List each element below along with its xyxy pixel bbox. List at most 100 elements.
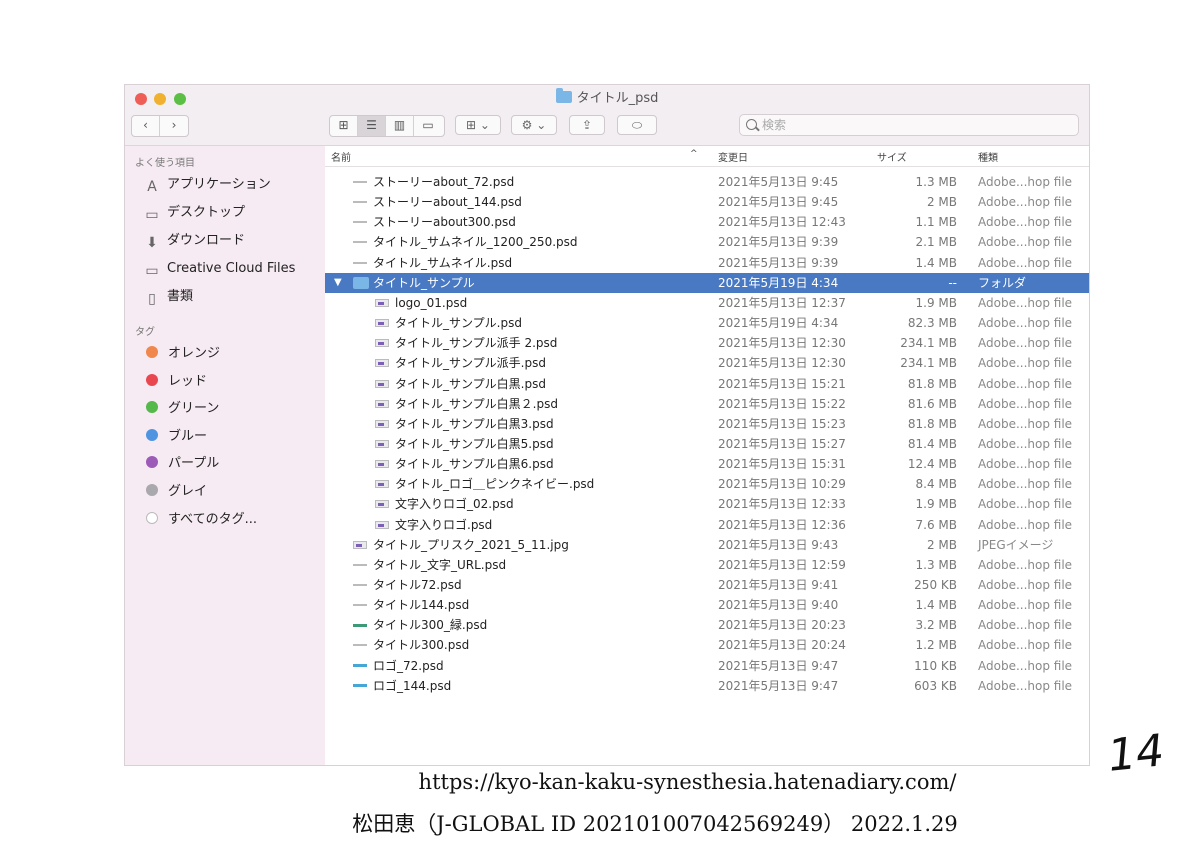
file-row[interactable]: タイトル_プリスク_2021_5_11.jpg 2021年5月13日 9:43 2 … [325, 535, 1089, 555]
sidebar-tag-red[interactable]: レッド [143, 371, 207, 393]
file-thumbnail-icon [375, 520, 389, 529]
file-name: logo_01.psd [395, 295, 468, 310]
finder-window: タイトル_psd ‹ › ⊞ ☰ ▥ ▭ ⊞ ⌄ ⚙ ⌄ ⇪ ⬭ 検索 よく使う… [124, 84, 1090, 766]
file-row[interactable]: タイトル_サンプル白黒２.psd 2021年5月13日 15:22 81.6 MB A… [325, 394, 1089, 414]
file-row[interactable]: タイトル_サムネイル.psd 2021年5月13日 9:39 1.4 MB Adobe… [325, 253, 1089, 273]
file-kind: Adobe...hop file [978, 376, 1073, 391]
file-kind: Adobe...hop file [978, 235, 1073, 250]
navigation-buttons: ‹ › [131, 115, 189, 137]
sidebar-item-downloads[interactable]: ⬇ ダウンロード [143, 230, 245, 252]
file-row[interactable]: ロゴ_72.psd 2021年5月13日 9:47 110 KB Adobe...ho… [325, 656, 1089, 676]
file-row[interactable]: タイトル300_緑.psd 2021年5月13日 20:23 3.2 MB Adobe… [325, 615, 1089, 635]
sidebar-all-tags[interactable]: すべてのタグ... [143, 509, 257, 531]
column-header-date[interactable]: 変更日 [718, 149, 748, 164]
file-date: 2021年5月13日 9:45 [718, 175, 839, 189]
file-kind: Adobe...hop file [978, 477, 1073, 492]
file-row[interactable]: 文字入りロゴ.psd 2021年5月13日 12:36 7.6 MB Adobe...… [325, 515, 1089, 535]
file-row[interactable]: ストーリーabout_72.psd 2021年5月13日 9:45 1.3 MB Ad… [325, 172, 1089, 192]
file-date: 2021年5月13日 20:23 [718, 618, 846, 633]
file-row[interactable]: 文字入りロゴ_02.psd 2021年5月13日 12:33 1.9 MB Adobe… [325, 494, 1089, 514]
file-size: 1.4 MB [915, 255, 957, 270]
column-view-button[interactable]: ▥ [386, 116, 414, 136]
file-row[interactable]: タイトル_サムネイル_1200_250.psd 2021年5月13日 9:39 2.… [325, 232, 1089, 252]
file-name: タイトル_サンプル派手.psd [395, 356, 546, 371]
sidebar-tag-purple[interactable]: パープル [143, 453, 219, 475]
file-row[interactable]: タイトル_サンプル白黒5.psd 2021年5月13日 15:27 81.4 MB A… [325, 434, 1089, 454]
file-row[interactable]: ストーリーabout_144.psd 2021年5月13日 9:45 2 MB Ado… [325, 192, 1089, 212]
file-size: 81.8 MB [907, 376, 957, 391]
list-view-button[interactable]: ☰ [358, 116, 386, 136]
share-button[interactable]: ⇪ [569, 115, 605, 135]
file-kind: Adobe...hop file [978, 175, 1073, 189]
column-header-name[interactable]: 名前 [331, 149, 351, 164]
file-row[interactable]: タイトル_サンプル白黒.psd 2021年5月13日 15:21 81.8 MB Ad… [325, 374, 1089, 394]
file-row[interactable]: タイトル_サンプル白黒6.psd 2021年5月13日 15:31 12.4 MB A… [325, 454, 1089, 474]
file-row[interactable]: ロゴ_144.psd 2021年5月13日 9:47 603 KB Adobe...h… [325, 676, 1089, 696]
favorites-heading: よく使う項目 [135, 158, 195, 169]
file-size: 12.4 MB [907, 457, 957, 472]
forward-button[interactable]: › [160, 116, 188, 136]
disclosure-triangle-icon[interactable]: ▼ [334, 273, 342, 293]
sidebar-item-creative-cloud[interactable]: ▭ Creative Cloud Files [143, 258, 295, 280]
icon-view-button[interactable]: ⊞ [330, 116, 358, 136]
tag-label: すべてのタグ... [168, 512, 257, 527]
file-kind: Adobe...hop file [978, 416, 1073, 431]
file-thumbnail-icon [353, 540, 367, 549]
file-thumbnail-icon [375, 319, 389, 328]
view-mode-control: ⊞ ☰ ▥ ▭ [329, 115, 445, 137]
file-row[interactable]: logo_01.psd 2021年5月13日 12:37 1.9 MB Adobe..… [325, 293, 1089, 313]
file-row[interactable]: タイトル144.psd 2021年5月13日 9:40 1.4 MB Adobe...… [325, 595, 1089, 615]
file-size: 1.1 MB [915, 215, 957, 230]
sidebar-tag-green[interactable]: グリーン [143, 398, 219, 420]
file-size: -- [948, 275, 957, 290]
file-row[interactable]: タイトル_ロゴ＿ピンクネイビー.psd 2021年5月13日 10:29 8.4 M… [325, 474, 1089, 494]
file-size: 1.3 MB [915, 557, 957, 572]
file-kind: JPEGイメージ [978, 537, 1054, 552]
gallery-view-button[interactable]: ▭ [414, 116, 442, 136]
sidebar-item-desktop[interactable]: ▭ デスクトップ [143, 202, 245, 224]
column-header-size[interactable]: サイズ [877, 149, 907, 164]
file-row[interactable]: タイトル_サンプル白黒3.psd 2021年5月13日 15:23 81.8 MB A… [325, 414, 1089, 434]
file-size: 1.3 MB [915, 175, 957, 189]
search-input[interactable]: 検索 [739, 114, 1079, 136]
file-date: 2021年5月13日 10:29 [718, 477, 846, 492]
file-row[interactable]: タイトル_文字_URL.psd 2021年5月13日 12:59 1.3 MB Ado… [325, 555, 1089, 575]
file-thumbnail-icon [353, 178, 367, 186]
file-date: 2021年5月13日 12:36 [718, 517, 846, 532]
file-date: 2021年5月13日 15:27 [718, 436, 846, 451]
file-thumbnail-icon [375, 298, 389, 307]
column-header-kind[interactable]: 種類 [978, 149, 998, 164]
action-button[interactable]: ⚙ ⌄ [511, 115, 557, 135]
folder-icon [555, 88, 572, 103]
tag-button[interactable]: ⬭ [617, 115, 657, 135]
file-name: タイトル_サンプル [373, 275, 475, 290]
back-button[interactable]: ‹ [132, 116, 160, 136]
file-row[interactable]: タイトル_サンプル派手 2.psd 2021年5月13日 12:30 234.1 M… [325, 333, 1089, 353]
folder-row[interactable]: ▼ タイトル_サンプル 2021年5月19日 4:34 -- フォルダ [325, 272, 1089, 293]
red-tag-dot-icon [146, 374, 158, 386]
file-kind: Adobe...hop file [978, 678, 1073, 693]
file-row[interactable]: タイトル72.psd 2021年5月13日 9:41 250 KB Adobe...h… [325, 575, 1089, 595]
file-kind: Adobe...hop file [978, 638, 1073, 653]
file-name: ストーリーabout_144.psd [373, 195, 522, 210]
file-date: 2021年5月13日 15:21 [718, 376, 846, 391]
sidebar-tag-orange[interactable]: オレンジ [143, 343, 220, 365]
file-row[interactable]: タイトル_サンプル派手.psd 2021年5月13日 12:30 234.1 MB A… [325, 353, 1089, 373]
tag-label: グリーン [168, 401, 220, 416]
downloads-icon: ⬇ [146, 235, 158, 251]
sidebar-tag-gray[interactable]: グレイ [143, 481, 207, 503]
group-by-button[interactable]: ⊞ ⌄ [455, 115, 501, 135]
file-row[interactable]: タイトル_サンプル.psd 2021年5月19日 4:34 82.3 MB Adobe… [325, 313, 1089, 333]
file-date: 2021年5月13日 12:33 [718, 497, 846, 512]
file-thumbnail-icon [353, 218, 367, 227]
file-size: 1.2 MB [915, 638, 957, 653]
sidebar-tag-blue[interactable]: ブルー [143, 426, 207, 448]
file-row[interactable]: ストーリーabout300.psd 2021年5月13日 12:43 1.1 MB A… [325, 212, 1089, 232]
sidebar-item-documents[interactable]: ▯ 書類 [143, 286, 193, 308]
orange-tag-dot-icon [146, 346, 158, 358]
grid-icon: ⊞ [338, 118, 349, 132]
file-name: ロゴ_72.psd [373, 658, 444, 673]
file-row[interactable]: タイトル300.psd 2021年5月13日 20:24 1.2 MB Adobe..… [325, 635, 1089, 655]
file-name: タイトル_サムネイル.psd [373, 255, 513, 270]
sidebar-item-applications[interactable]: A アプリケーション [143, 174, 271, 196]
